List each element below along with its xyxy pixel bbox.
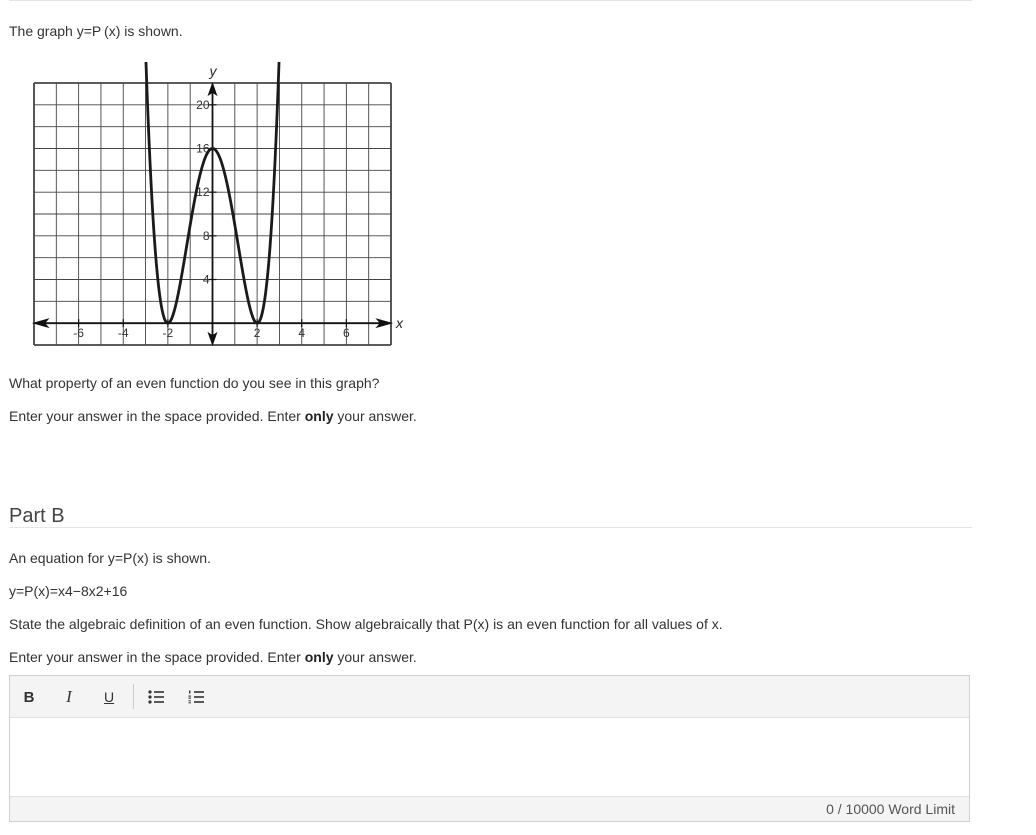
polynomial-graph: -6 -4 -2 2 4 648121620 x y xyxy=(31,62,404,347)
y-tick-label: 20 xyxy=(196,98,210,112)
x-tick-label: 2 xyxy=(254,326,261,340)
instruction-text: Enter your answer in the space provided.… xyxy=(9,649,305,665)
numbered-list-button[interactable] xyxy=(183,684,209,710)
x-axis-label: x xyxy=(395,315,404,331)
x-tick-label: 6 xyxy=(343,326,350,340)
instruction-text-end: your answer. xyxy=(333,649,417,665)
x-tick-label: -2 xyxy=(163,326,174,340)
y-tick-label: 8 xyxy=(203,229,210,243)
bulleted-list-icon xyxy=(148,690,164,704)
bold-icon: B xyxy=(23,688,35,706)
italic-icon: I xyxy=(66,687,72,706)
editor-toolbar: B I U xyxy=(10,676,969,718)
graph-intro-text: The graph y=P (x) is shown. xyxy=(9,23,183,39)
numbered-list-icon xyxy=(188,690,204,704)
part-b-instruction: Enter your answer in the space provided.… xyxy=(9,649,417,665)
equation-text: y=P(x)=x4−8x2+16 xyxy=(9,583,128,599)
x-tick-label: 4 xyxy=(298,326,305,340)
toolbar-separator xyxy=(133,684,134,709)
instruction-emphasis: only xyxy=(304,649,334,665)
part-a-instruction: Enter your answer in the space provided.… xyxy=(9,408,417,424)
underline-icon: U xyxy=(103,689,115,705)
part-b-divider xyxy=(9,527,972,528)
bulleted-list-button[interactable] xyxy=(143,684,169,710)
word-limit-text: / 10000 Word Limit xyxy=(833,801,955,817)
y-tick-label: 4 xyxy=(203,273,210,287)
answer-text-area[interactable] xyxy=(10,718,969,797)
x-tick-label: -6 xyxy=(73,326,84,340)
word-limit-counter: 0 / 10000 Word Limit xyxy=(826,801,955,817)
editor-footer: 0 / 10000 Word Limit xyxy=(10,796,969,821)
equation-intro-text: An equation for y=P(x) is shown. xyxy=(9,550,211,566)
word-count: 0 xyxy=(826,801,834,817)
instruction-emphasis: only xyxy=(304,408,334,424)
answer-editor: B I U 0 / 10000 Word Limit xyxy=(9,675,970,822)
top-divider xyxy=(9,0,972,1)
bold-button[interactable]: B xyxy=(16,684,42,710)
italic-button[interactable]: I xyxy=(56,684,82,710)
even-definition-question: State the algebraic definition of an eve… xyxy=(9,616,723,632)
instruction-text: Enter your answer in the space provided.… xyxy=(9,408,305,424)
part-b-heading: Part B xyxy=(9,505,65,527)
even-property-question: What property of an even function do you… xyxy=(9,375,380,391)
y-axis-label: y xyxy=(209,63,218,79)
instruction-text-end: your answer. xyxy=(333,408,417,424)
x-tick-label: -4 xyxy=(118,326,129,340)
underline-button[interactable]: U xyxy=(96,684,122,710)
